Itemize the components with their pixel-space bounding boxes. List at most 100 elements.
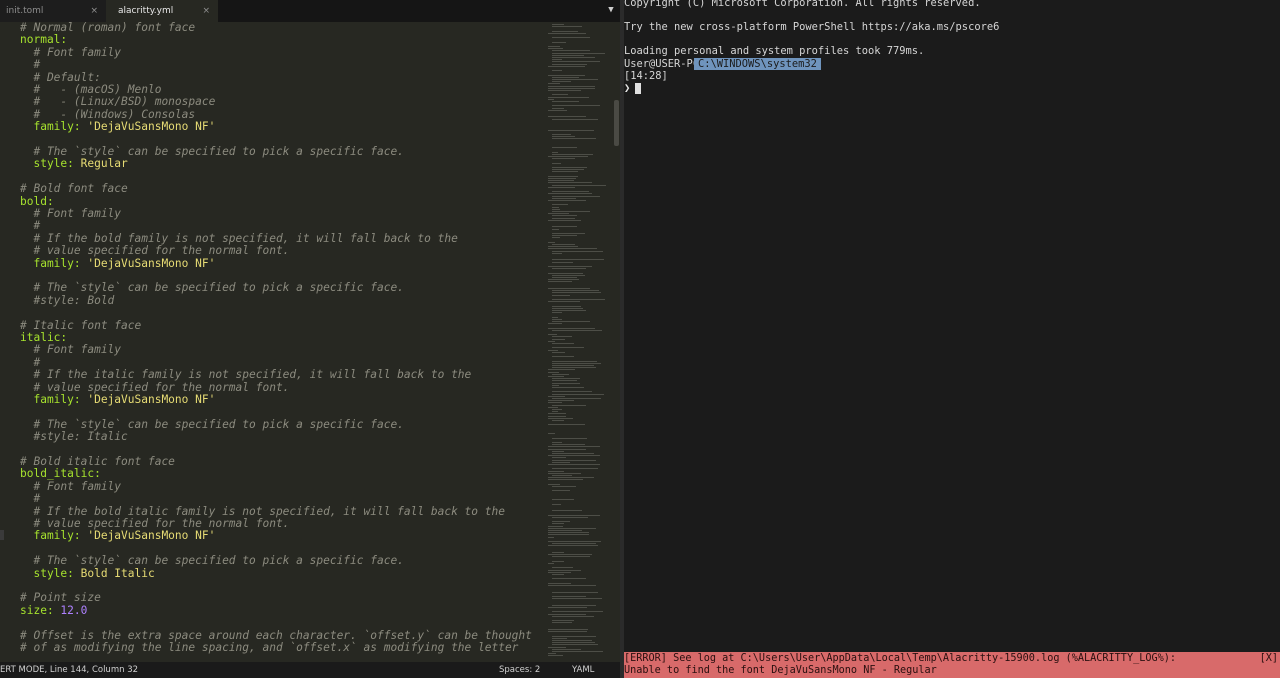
minimap-line xyxy=(548,175,578,177)
code-line: family: 'DejaVuSansMono NF' xyxy=(20,257,215,270)
terminal-pane[interactable]: Copyright (C) Microsoft Corporation. All… xyxy=(624,0,1280,678)
minimap-line xyxy=(548,32,586,34)
minimap-line xyxy=(548,631,588,633)
close-icon[interactable]: × xyxy=(90,0,98,22)
minimap-line xyxy=(552,171,579,173)
minimap-line xyxy=(552,437,588,439)
minimap-line xyxy=(552,635,597,637)
minimap-line xyxy=(548,413,566,415)
minimap-line xyxy=(552,459,597,461)
minimap-line xyxy=(552,250,604,252)
code-token: # The `style` can be specified to pick a… xyxy=(20,554,404,568)
minimap-line xyxy=(548,402,563,404)
editor-pane[interactable]: init.toml × alacritty.yml × ▼ # Normal (… xyxy=(0,0,620,678)
minimap-line xyxy=(552,204,568,206)
minimap-line xyxy=(552,611,603,613)
minimap-line xyxy=(552,151,559,153)
minimap-line xyxy=(552,211,590,212)
code-token: italic: xyxy=(20,331,68,344)
minimap-line xyxy=(548,433,555,435)
minimap-line xyxy=(548,200,586,201)
code-token: # Font family xyxy=(20,45,122,59)
minimap-line xyxy=(548,323,563,325)
minimap-line xyxy=(552,543,596,545)
minimap-line xyxy=(552,217,575,219)
minimap-line xyxy=(548,424,586,426)
code-token: family: xyxy=(20,529,88,543)
minimap-line xyxy=(552,620,575,622)
minimap-line xyxy=(548,472,581,474)
minimap-line xyxy=(548,129,595,131)
terminal-line: Loading personal and system profiles too… xyxy=(624,45,925,57)
minimap-line xyxy=(552,409,563,410)
minimap-line xyxy=(552,644,598,646)
code-area[interactable]: # Normal (roman) font face normal: # Font… xyxy=(0,22,546,662)
code-token: # If the bold family is not specified, i… xyxy=(20,231,458,245)
minimap-line xyxy=(548,46,560,47)
minimap-line xyxy=(548,65,586,67)
terminal-line: Copyright (C) Microsoft Corporation. All… xyxy=(624,0,981,9)
code-line: family: 'DejaVuSansMono NF' xyxy=(20,120,215,133)
code-token: normal: xyxy=(20,33,68,47)
code-token: # value specified for the normal font. xyxy=(20,380,290,394)
minimap-line xyxy=(548,477,595,479)
code-line: family: 'DejaVuSansMono NF' xyxy=(20,393,215,406)
minimap-line xyxy=(552,338,565,340)
minimap-line xyxy=(552,191,590,193)
code-token: # The `style` can be specified to pick a… xyxy=(20,417,404,431)
minimap-line xyxy=(548,613,587,615)
minimap-line xyxy=(552,387,585,388)
minimap-line xyxy=(552,637,567,639)
minimap-line xyxy=(548,96,590,98)
status-syntax[interactable]: YAML xyxy=(572,662,594,678)
minimap-line xyxy=(552,81,571,83)
minimap-line xyxy=(552,343,574,344)
minimap-line xyxy=(552,197,576,199)
prompt-path: C:\WINDOWS\system32 xyxy=(694,58,821,70)
status-indentation[interactable]: Spaces: 2 xyxy=(499,662,540,678)
minimap-line xyxy=(548,571,571,573)
code-token: # If the bold italic family is not speci… xyxy=(20,504,505,518)
code-token: # - (macOS) Menlo xyxy=(20,83,162,96)
status-bar: ERT MODE, Line 144, Column 32 Spaces: 2 … xyxy=(0,662,620,678)
minimap-line xyxy=(552,24,564,25)
tab-menu-icon[interactable]: ▼ xyxy=(606,3,616,17)
code-token: # The `style` can be specified to pick a… xyxy=(20,145,404,158)
minimap-line xyxy=(548,213,569,215)
minimap-line xyxy=(552,79,599,80)
minimap-line xyxy=(552,384,560,386)
minimap-line xyxy=(552,105,600,107)
tab-init-toml[interactable]: init.toml × xyxy=(0,0,106,22)
minimap-line xyxy=(548,272,584,274)
tab-alacritty-yml[interactable]: alacritty.yml × xyxy=(106,0,218,22)
close-icon[interactable]: × xyxy=(202,0,210,22)
minimap-line xyxy=(552,268,587,270)
minimap-line xyxy=(548,180,574,182)
minimap-line xyxy=(548,371,560,373)
minimap-line xyxy=(552,393,605,395)
minimap-line xyxy=(552,574,564,575)
minimap-line xyxy=(552,382,580,384)
minimap-line xyxy=(552,453,595,454)
minimap-line xyxy=(548,530,582,531)
minimap-line xyxy=(552,70,563,72)
minimap-line xyxy=(552,567,573,569)
code-token: # If the italic family is not specified,… xyxy=(20,368,472,382)
minimap-line xyxy=(548,109,567,111)
minimap-line xyxy=(552,552,564,553)
tab-label: alacritty.yml xyxy=(118,6,174,16)
minimap-line xyxy=(548,90,581,91)
minimap-line xyxy=(552,52,606,54)
minimap-line xyxy=(552,365,594,366)
prompt-time: [14:28] xyxy=(624,70,668,82)
code-token: # The `style` can be specified to pick a… xyxy=(20,281,404,295)
minimap-line xyxy=(552,138,596,140)
code-line: family: 'DejaVuSansMono NF' xyxy=(20,530,215,542)
minimap-line xyxy=(548,536,555,538)
minimap[interactable] xyxy=(548,22,612,662)
minimap-line xyxy=(548,417,574,419)
minimap-line xyxy=(552,63,587,65)
error-line: [ERROR] See log at C:\Users\User\AppData… xyxy=(624,653,1177,664)
scrollbar[interactable] xyxy=(614,100,619,146)
error-close-button[interactable]: [X] xyxy=(1260,653,1278,665)
